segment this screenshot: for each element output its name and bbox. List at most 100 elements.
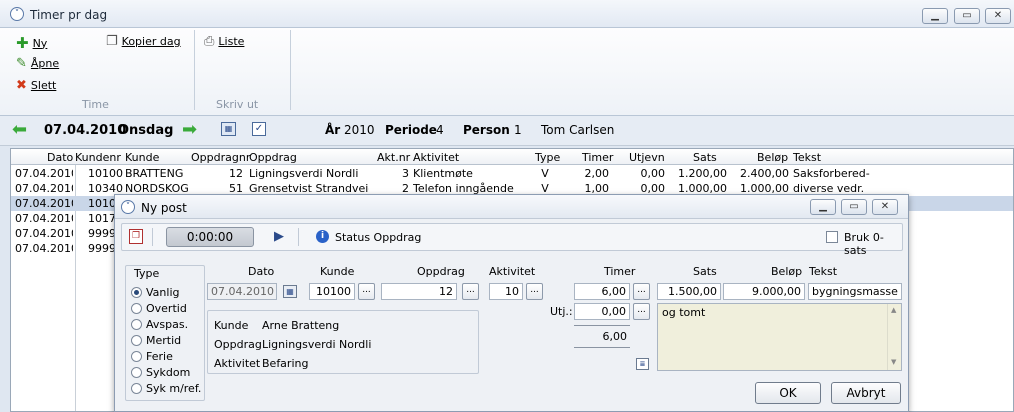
time-group-label: Time xyxy=(82,98,109,111)
column-header-activity-nr[interactable]: Akt.nr xyxy=(377,151,410,164)
hours-field[interactable]: 6,00 xyxy=(574,283,630,300)
rate-field[interactable]: 1.500,00 xyxy=(657,283,721,300)
pencil-icon: ✎ xyxy=(16,56,27,71)
cell-customer: BRATTENG xyxy=(125,167,184,180)
column-header-date[interactable]: Dato xyxy=(47,151,73,164)
window-menu-icon[interactable]: ˅ xyxy=(10,7,24,21)
customer-lookup-button[interactable]: ... xyxy=(358,283,375,300)
type-radio-mertid[interactable]: Mertid xyxy=(131,332,181,348)
text-field[interactable]: bygningsmasse xyxy=(808,283,902,300)
copy-day-button[interactable]: ❐ Kopier dag xyxy=(106,34,181,49)
type-radio-ferie[interactable]: Ferie xyxy=(131,348,173,364)
table-row[interactable]: 07.04.2010 10100 BRATTENG 12 Ligningsverdi N… xyxy=(11,166,1013,181)
person-name: Tom Carlsen xyxy=(541,123,615,137)
window-title: Timer pr dag xyxy=(30,8,108,22)
activity-field[interactable]: 10 xyxy=(489,283,523,300)
ok-button[interactable]: OK xyxy=(755,382,821,404)
close-button[interactable]: ✕ xyxy=(985,8,1011,24)
toolbar-separator xyxy=(152,228,153,246)
date-navigation-bar: ⬅ 07.04.2010 Onsdag ➡ ▦ ✓ År 2010 Period… xyxy=(0,116,1014,146)
column-header-type[interactable]: Type xyxy=(535,151,560,164)
date-picker-icon[interactable]: ▦ xyxy=(283,285,297,298)
calendar-icon[interactable]: ▦ xyxy=(221,122,236,136)
current-weekday: Onsdag xyxy=(118,123,174,138)
column-header-customer[interactable]: Kunde xyxy=(125,151,159,164)
column-header-amount[interactable]: Beløp xyxy=(757,151,788,164)
checklist-icon[interactable]: ✓ xyxy=(252,122,266,136)
customer-field[interactable]: 10100 xyxy=(309,283,355,300)
column-header-activity[interactable]: Aktivitet xyxy=(413,151,459,164)
scroll-down-icon[interactable]: ▼ xyxy=(891,358,896,366)
adjust-field[interactable]: 0,00 xyxy=(574,303,630,320)
amount-label: Beløp xyxy=(771,265,803,278)
toolbar-separator xyxy=(298,228,299,246)
cell-customer-nr: 10100 xyxy=(88,167,123,180)
open-button[interactable]: ✎ Åpne xyxy=(16,56,59,71)
type-radio-avspas[interactable]: Avspas. xyxy=(131,316,188,332)
type-radio-sykdom[interactable]: Sykdom xyxy=(131,364,190,380)
info-activity-label: Aktivitet xyxy=(214,357,261,370)
window-titlebar: ˅ Timer pr dag ▁ ▭ ✕ xyxy=(0,0,1014,28)
dialog-maximize-button[interactable]: ▭ xyxy=(841,199,867,215)
activity-lookup-button[interactable]: ... xyxy=(526,283,543,300)
type-radio-syk-mref[interactable]: Syk m/ref. xyxy=(131,380,201,396)
next-day-arrow-icon[interactable]: ➡ xyxy=(182,121,197,139)
dialog-minimize-button[interactable]: ▁ xyxy=(810,199,836,215)
ribbon-separator xyxy=(194,30,195,110)
column-header-customer-nr[interactable]: Kundenr xyxy=(75,151,121,164)
customer-label: Kunde xyxy=(320,265,355,278)
delete-button[interactable]: ✖ Slett xyxy=(16,78,56,93)
adjust-lookup-button[interactable]: ... xyxy=(633,303,650,320)
text-extra-area[interactable]: og tomt ▲ ▼ xyxy=(657,303,902,371)
info-assignment-label: Oppdrag xyxy=(214,338,262,351)
amount-field[interactable]: 9.000,00 xyxy=(723,283,805,300)
maximize-button[interactable]: ▭ xyxy=(954,8,980,24)
cell-date: 07.04.2010 xyxy=(15,242,73,255)
info-activity-value: Befaring xyxy=(262,357,309,370)
column-header-assignment[interactable]: Oppdrag xyxy=(249,151,297,164)
radio-circle xyxy=(131,302,142,314)
dialog-toolbar: ❐ 0:00:00 ▶ i Status Oppdrag Bruk 0-sats xyxy=(121,223,903,257)
total-hours: 6,00 xyxy=(602,330,628,343)
play-icon[interactable]: ▶ xyxy=(274,229,284,244)
zero-rate-checkbox[interactable] xyxy=(826,231,838,243)
date-field[interactable]: 07.04.2010 xyxy=(207,283,277,300)
text-scrollbar[interactable]: ▲ ▼ xyxy=(887,304,901,370)
new-button[interactable]: ✚ Ny xyxy=(16,34,47,52)
minimize-button[interactable]: ▁ xyxy=(922,8,948,24)
dialog-menu-icon[interactable]: ˅ xyxy=(121,200,135,214)
zero-rate-label: Bruk 0-sats xyxy=(844,231,884,257)
type-group-label: Type xyxy=(134,267,160,280)
list-button[interactable]: ⎙ Liste xyxy=(204,34,244,49)
cell-date: 07.04.2010 xyxy=(15,197,73,210)
type-radio-vanlig[interactable]: Vanlig xyxy=(131,284,179,300)
rate-label: Sats xyxy=(693,265,717,278)
assignment-field[interactable]: 12 xyxy=(381,283,457,300)
hours-lookup-button[interactable]: ... xyxy=(633,283,650,300)
assignment-lookup-button[interactable]: ... xyxy=(462,283,479,300)
year-value: 2010 xyxy=(344,123,375,137)
person-number: 1 xyxy=(514,123,522,137)
plus-icon: ✚ xyxy=(16,34,29,52)
table-header: Dato Kundenr Kunde Oppdragnr Oppdrag Akt… xyxy=(11,149,1013,165)
column-header-adjust[interactable]: Utjevn xyxy=(629,151,665,164)
cell-activity: Klientmøte xyxy=(413,167,473,180)
stop-timer-icon[interactable]: ❐ xyxy=(129,229,143,244)
previous-day-arrow-icon[interactable]: ⬅ xyxy=(12,121,27,139)
status-assignment-button[interactable]: Status Oppdrag xyxy=(335,231,421,244)
notes-icon[interactable]: ≣ xyxy=(636,358,649,370)
scroll-up-icon[interactable]: ▲ xyxy=(891,306,896,314)
cancel-button[interactable]: Avbryt xyxy=(831,382,901,404)
column-header-assignment-nr[interactable]: Oppdragnr xyxy=(191,151,250,164)
radio-circle xyxy=(131,366,142,378)
radio-circle xyxy=(131,350,142,362)
cell-amount: 2.400,00 xyxy=(740,167,789,180)
column-header-hours[interactable]: Timer xyxy=(582,151,613,164)
dialog-close-button[interactable]: ✕ xyxy=(872,199,898,215)
column-header-rate[interactable]: Sats xyxy=(693,151,717,164)
type-radio-overtid[interactable]: Overtid xyxy=(131,300,187,316)
ribbon: ✚ Ny ✎ Åpne ✖ Slett ❐ Kopier dag Time ⎙ … xyxy=(0,28,1014,116)
activity-label: Aktivitet xyxy=(489,265,536,278)
text-label: Tekst xyxy=(809,265,838,278)
column-header-text[interactable]: Tekst xyxy=(793,151,821,164)
